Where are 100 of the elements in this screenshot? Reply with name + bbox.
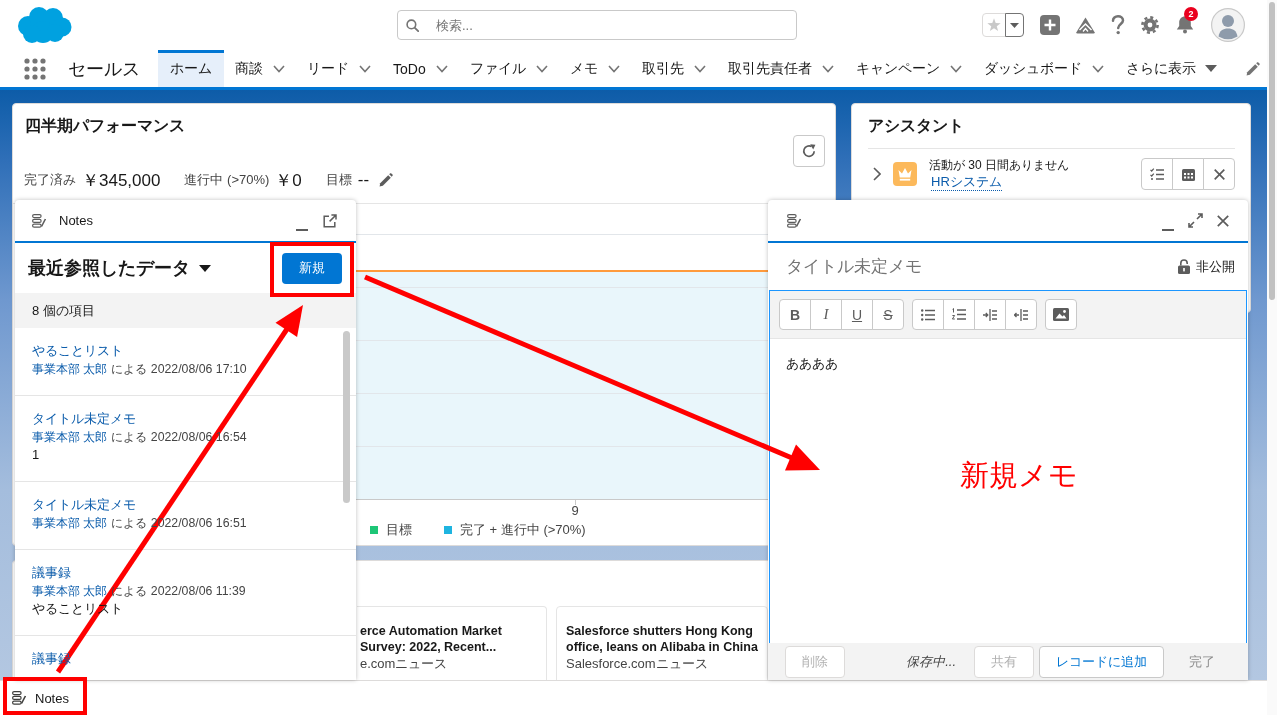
chevron-icon[interactable] [821,64,834,73]
help-icon[interactable] [1111,15,1125,35]
bold-button[interactable]: B [779,299,811,330]
chevron-icon[interactable] [435,64,448,73]
favorite-button[interactable] [982,13,1006,37]
insert-image-button[interactable] [1045,299,1077,330]
note-preview: 1 [32,446,40,464]
legend-label: 目標 [386,521,412,539]
outdent-button[interactable] [1005,299,1037,330]
chevron-icon[interactable] [949,64,962,73]
annotation-label: 新規メモ [960,459,1078,491]
note-icon [787,213,801,228]
visibility-label: 非公開 [1196,257,1235,276]
pencil-icon[interactable] [379,173,394,187]
refresh-button[interactable] [793,135,825,167]
author-link[interactable]: 事業本部 太郎 [32,582,108,600]
new-button[interactable]: 新規 [282,252,342,284]
stat-label: 完了済み [24,171,76,189]
card-title: 四半期パフォーマンス [24,116,186,136]
indent-icon [983,308,997,321]
chevron-icon[interactable] [873,167,881,181]
news-source: Salesforce.comニュース [566,655,709,672]
chevron-icon[interactable] [607,64,620,73]
note-icon [12,691,26,705]
chevron-icon[interactable] [693,64,706,73]
stat-value: ￥345,000 [82,169,161,192]
news-title: erce Automation Market Survey: 2022, Recent... [360,623,503,655]
cloud-logo[interactable] [15,5,72,45]
numbered-list-button[interactable] [943,299,975,330]
news-source: e.comニュース [360,655,449,672]
stat-label: 目標 [325,171,352,189]
stat-value: -- [357,170,370,190]
crown-icon [893,162,917,186]
caret-icon[interactable] [199,264,211,272]
calendar-icon [1181,167,1195,181]
search-field[interactable]: 検索... [397,10,797,40]
legend-label: 完了 + 進行中 (>70%) [460,521,586,539]
item-count: 8 個の項目 [32,301,95,320]
bell-icon[interactable] [1175,16,1195,34]
underline-button[interactable]: U [841,299,873,330]
pencil-icon[interactable] [1246,61,1260,76]
note-title-link[interactable]: やることリスト [32,342,123,360]
save-status: 保存中... [906,652,956,671]
note-timestamp: による 2022/08/06 16:54 [111,429,247,446]
title-field[interactable]: タイトル未定メモ [786,256,1172,277]
chevron-icon[interactable] [1091,64,1104,73]
settings-icon[interactable] [1141,16,1159,34]
nav-tab[interactable]: メモ [558,50,631,87]
chevron-icon[interactable] [535,64,548,73]
utility-item[interactable]: Notes [8,683,73,713]
axis-tick-label: 9 [571,503,579,518]
chevron-icon[interactable] [359,64,371,73]
close-icon[interactable] [1217,214,1229,227]
nav-tab[interactable]: ファイル [458,50,559,87]
mountain-icon[interactable] [1076,16,1095,34]
note-icon [32,213,46,228]
author-link[interactable]: 事業本部 太郎 [32,360,108,378]
avatar-icon[interactable] [1211,8,1245,42]
nav-tab[interactable]: 商談 [224,50,296,87]
more-tab[interactable]: さらに表示 [1114,50,1228,87]
app-name: セールス [68,57,140,81]
note-body-field[interactable]: ああああ [770,339,1246,439]
account-link[interactable]: HRシステム [931,173,1002,191]
add-to-record-button[interactable]: レコードに追加 [1039,645,1164,678]
card-title: アシスタント [867,116,965,136]
list-view-title[interactable]: 最近参照したデータ [28,256,190,280]
note-title-link[interactable]: 議事録 [32,564,71,582]
scrollbar[interactable] [343,331,350,503]
expand-icon[interactable] [1188,213,1203,228]
nav-tab[interactable]: 取引先 [630,50,717,87]
bulleted-list-button[interactable] [912,299,944,330]
nav-tab[interactable]: リード [296,50,382,87]
note-title-link[interactable]: タイトル未定メモ [32,496,136,514]
indent-button[interactable] [974,299,1006,330]
dismiss-button[interactable] [1203,158,1235,190]
author-link[interactable]: 事業本部 太郎 [32,428,108,446]
numbered-list-icon [952,308,966,321]
stat-value: ￥0 [275,169,302,192]
chevron-icon[interactable] [273,64,285,73]
nav-tab[interactable]: ホーム [158,50,224,87]
nav-tab[interactable]: キャンペーン [844,50,973,87]
panel-title: Notes [59,213,93,228]
new-task-button[interactable] [1141,158,1173,190]
new-event-button[interactable] [1172,158,1204,190]
nav-tab[interactable]: ダッシュボード [972,50,1115,87]
lock-icon [1178,259,1190,274]
note-timestamp: による 2022/08/06 17:10 [111,361,247,378]
strikethrough-button[interactable]: S [872,299,904,330]
plus-icon[interactable] [1040,15,1060,35]
italic-button[interactable]: I [810,299,842,330]
note-title-link[interactable]: タイトル未定メモ [32,410,136,428]
nav-tab[interactable]: 取引先責任者 [716,50,845,87]
notification-badge: 2 [1184,7,1198,21]
page-scrollbar[interactable] [1269,2,1275,300]
nav-tab[interactable]: ToDo [382,50,459,87]
popout-icon[interactable] [323,213,337,228]
outdent-icon [1014,308,1028,321]
favorites-menu-button[interactable] [1005,13,1024,37]
app-launcher-icon[interactable] [24,57,46,80]
author-link[interactable]: 事業本部 太郎 [32,514,108,532]
